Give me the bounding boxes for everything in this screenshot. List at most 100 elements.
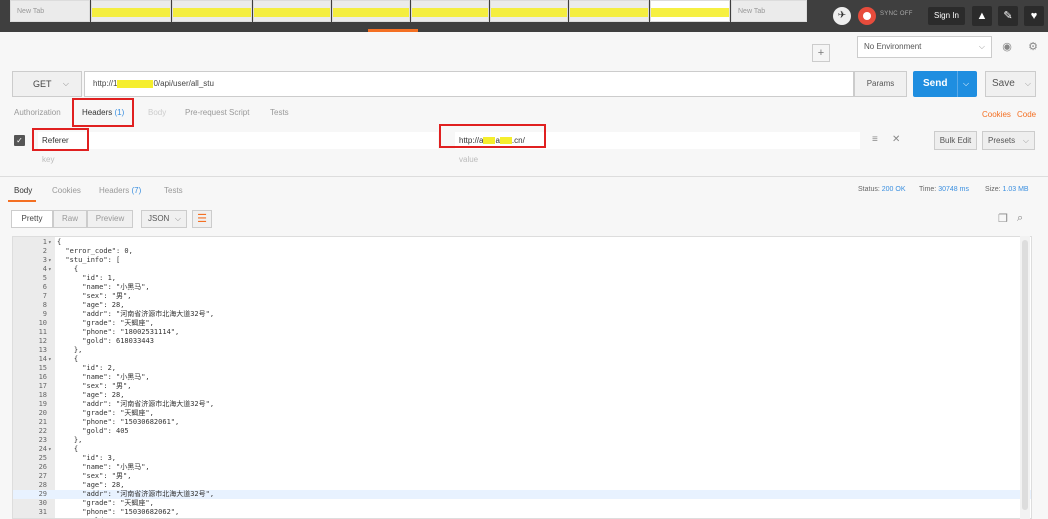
request-tab[interactable]: [253, 0, 331, 22]
settings-wrench-icon[interactable]: ✎: [998, 6, 1018, 26]
value-placeholder[interactable]: value: [459, 155, 478, 164]
code-line[interactable]: 3 ▾ "stu_info": [: [13, 256, 1031, 265]
code-line[interactable]: 15 "id": 2,: [13, 364, 1031, 373]
preview-button[interactable]: Preview: [87, 210, 133, 228]
header-key-input[interactable]: Referer: [38, 132, 438, 149]
request-tab[interactable]: [91, 0, 171, 22]
request-tab[interactable]: [332, 0, 410, 22]
line-number: 8: [42, 301, 47, 309]
environment-select[interactable]: No Environment ⌵: [857, 36, 992, 58]
pretty-button[interactable]: Pretty: [11, 210, 53, 228]
code-line[interactable]: 7 "sex": "男",: [13, 292, 1031, 301]
request-tab[interactable]: [411, 0, 489, 22]
header-enabled-checkbox[interactable]: ✓: [14, 135, 25, 146]
tab-tests[interactable]: Tests: [270, 108, 289, 117]
code-line[interactable]: 25 "id": 3,: [13, 454, 1031, 463]
code-line[interactable]: 1 ▾ {: [13, 238, 1031, 247]
reorder-icon[interactable]: ≡: [872, 134, 878, 145]
code-line[interactable]: 10 "grade": "天蝎座",: [13, 319, 1031, 328]
sign-in-button[interactable]: Sign In: [928, 7, 965, 25]
code-line[interactable]: 11 "phone": "18002531114",: [13, 328, 1031, 337]
add-tab-button[interactable]: +: [812, 44, 830, 62]
method-select[interactable]: GET ⌵: [12, 71, 82, 97]
tab-authorization[interactable]: Authorization: [14, 108, 61, 117]
code-line[interactable]: 20 "grade": "天蝎座",: [13, 409, 1031, 418]
code-line[interactable]: 16 "name": "小黑马",: [13, 373, 1031, 382]
editor-scrollbar[interactable]: [1020, 236, 1030, 519]
save-button[interactable]: Save ⌵: [985, 71, 1036, 97]
interceptor-icon[interactable]: ✈: [833, 7, 851, 25]
code-text: "addr": "河南省济源市北海大道32号",: [57, 490, 215, 498]
response-tab-body[interactable]: Body: [14, 186, 32, 195]
code-line[interactable]: 28 "age": 28,: [13, 481, 1031, 490]
code-line[interactable]: 5 "id": 1,: [13, 274, 1031, 283]
request-tab[interactable]: New Tab: [10, 0, 90, 22]
gear-icon[interactable]: ⚙: [1024, 38, 1042, 56]
fold-toggle-icon[interactable]: ▾: [48, 445, 52, 454]
search-icon[interactable]: ⌕: [1017, 212, 1023, 225]
line-number: 29: [38, 490, 47, 498]
response-tab-cookies[interactable]: Cookies: [52, 186, 81, 195]
fold-toggle-icon[interactable]: ▾: [48, 355, 52, 364]
sync-icon[interactable]: [858, 7, 876, 25]
params-button[interactable]: Params: [854, 71, 907, 97]
code-line[interactable]: 12 "gold": 618033443: [13, 337, 1031, 346]
request-tab[interactable]: [172, 0, 252, 22]
close-icon[interactable]: ✕: [892, 134, 900, 145]
request-tab-active[interactable]: [650, 0, 730, 22]
eye-icon[interactable]: ◉: [998, 38, 1016, 56]
response-body-editor[interactable]: 1 ▾{2 "error_code": 0, 3 ▾ "stu_info": [4 ▾ …: [12, 236, 1032, 519]
code-line[interactable]: 4 ▾ {: [13, 265, 1031, 274]
key-placeholder[interactable]: key: [42, 155, 54, 164]
line-number: 17: [38, 382, 47, 390]
tab-body[interactable]: Body: [148, 108, 166, 117]
highlighter-mark: [570, 8, 648, 17]
code-line[interactable]: 22 "gold": 405: [13, 427, 1031, 436]
code-line[interactable]: 9 "addr": "河南省济源市北海大道32号",: [13, 310, 1031, 319]
request-tab[interactable]: [569, 0, 649, 22]
raw-button[interactable]: Raw: [53, 210, 87, 228]
code-line[interactable]: 23 },: [13, 436, 1031, 445]
code-line[interactable]: 26 "name": "小黑马",: [13, 463, 1031, 472]
code-line[interactable]: 27 "sex": "男",: [13, 472, 1031, 481]
code-line[interactable]: 14 ▾ {: [13, 355, 1031, 364]
code-line[interactable]: 2 "error_code": 0,: [13, 247, 1031, 256]
fold-toggle-icon[interactable]: ▾: [48, 256, 52, 265]
heart-icon[interactable]: ♥: [1024, 6, 1044, 26]
annotation-box-header-key: [32, 128, 89, 151]
code-line[interactable]: 21 "phone": "15030682061",: [13, 418, 1031, 427]
line-number: 6: [42, 283, 47, 291]
fold-toggle-icon[interactable]: ▾: [48, 265, 52, 274]
url-input[interactable]: http://1 0/api/user/all_stu: [84, 71, 854, 97]
code-line[interactable]: 6 "name": "小黑马",: [13, 283, 1031, 292]
chevron-down-icon[interactable]: ⌵: [963, 71, 969, 97]
request-tab[interactable]: [490, 0, 568, 22]
code-line[interactable]: 8 "age": 28,: [13, 301, 1031, 310]
tab-prerequest-script[interactable]: Pre-request Script: [185, 108, 249, 117]
copy-icon[interactable]: ❐: [998, 212, 1008, 225]
fold-toggle-icon[interactable]: ▾: [48, 238, 52, 247]
code-line[interactable]: 24 ▾ {: [13, 445, 1031, 454]
code-line[interactable]: 17 "sex": "男",: [13, 382, 1031, 391]
response-tab-tests[interactable]: Tests: [164, 186, 183, 195]
code-line[interactable]: 13 },: [13, 346, 1031, 355]
cookies-link[interactable]: Cookies: [982, 110, 1011, 119]
format-select[interactable]: JSON ⌵: [141, 210, 187, 228]
send-button[interactable]: Send ⌵: [913, 71, 977, 97]
code-line[interactable]: 30 "grade": "天蝎座",: [13, 499, 1031, 508]
chevron-down-icon: ⌵: [62, 79, 69, 88]
code-line[interactable]: 19 "addr": "河南省济源市北海大道32号",: [13, 400, 1031, 409]
presets-button[interactable]: Presets ⌵: [982, 131, 1035, 150]
scrollbar-thumb[interactable]: [1022, 240, 1028, 510]
wrap-lines-icon[interactable]: ☰: [192, 210, 212, 228]
request-tab[interactable]: New Tab: [731, 0, 807, 22]
code-link[interactable]: Code: [1017, 110, 1036, 119]
notifications-icon[interactable]: ▲: [972, 6, 992, 26]
code-line[interactable]: 29 "addr": "河南省济源市北海大道32号",: [13, 490, 1031, 499]
highlighter-mark: [333, 8, 409, 17]
response-tab-headers[interactable]: Headers (7): [99, 186, 141, 195]
bulk-edit-button[interactable]: Bulk Edit: [934, 131, 977, 150]
chevron-down-icon[interactable]: ⌵: [1025, 72, 1031, 96]
code-line[interactable]: 18 "age": 28,: [13, 391, 1031, 400]
code-line[interactable]: 31 "phone": "15030682062",: [13, 508, 1031, 517]
